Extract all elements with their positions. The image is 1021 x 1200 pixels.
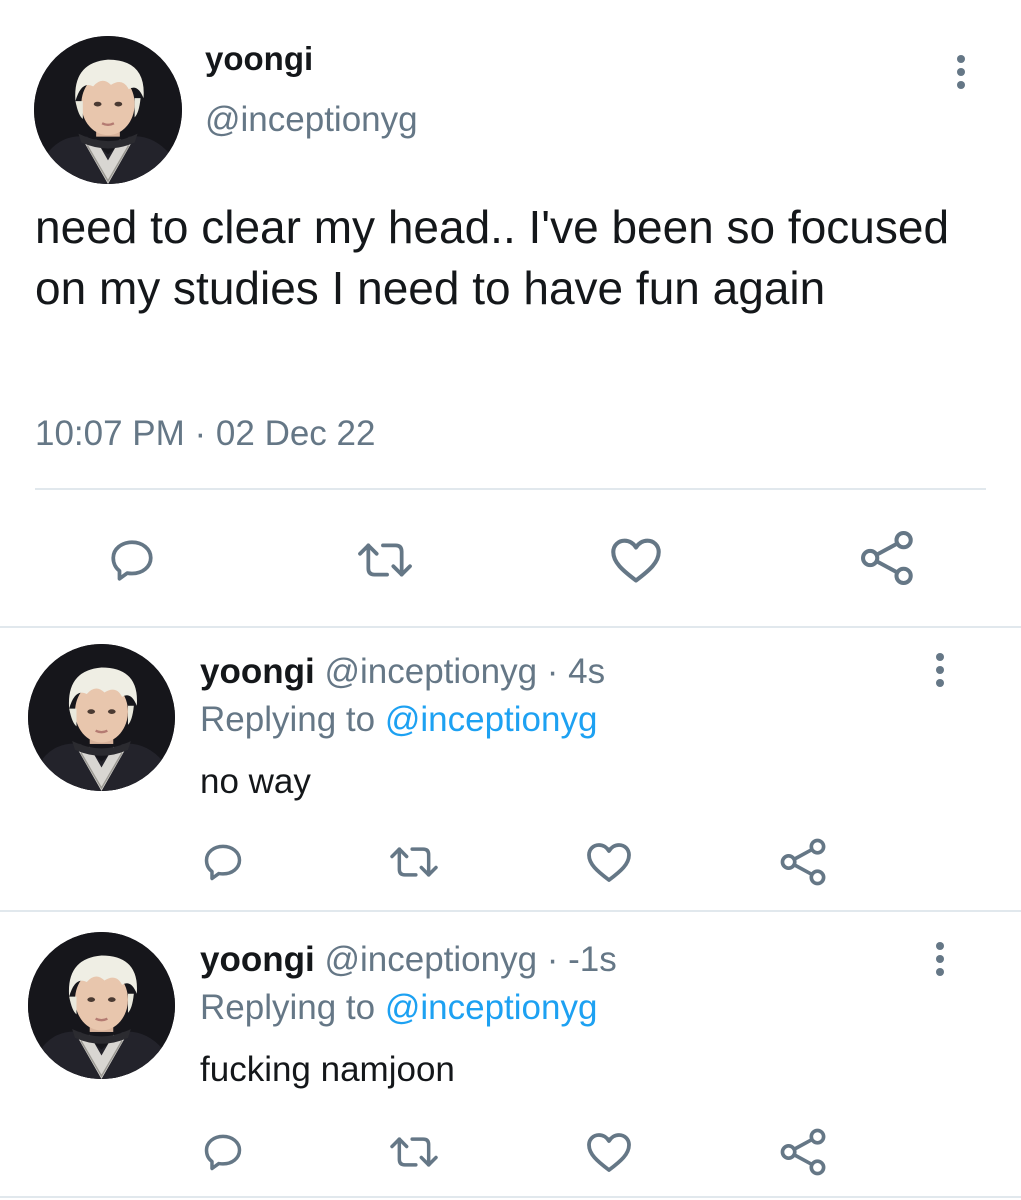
retweet-icon	[390, 847, 438, 877]
section-divider	[0, 626, 1021, 628]
divider	[35, 488, 986, 490]
reply-header: yoongi @inceptionyg · -1s	[200, 940, 617, 980]
reply-text: no way	[200, 762, 311, 801]
section-divider	[0, 910, 1021, 912]
mention-link[interactable]: @inceptionyg	[385, 988, 598, 1027]
like-icon	[587, 1133, 631, 1172]
retweet-button[interactable]	[350, 530, 420, 590]
retweet-button[interactable]	[384, 1126, 444, 1178]
author-name[interactable]: yoongi	[200, 940, 315, 979]
tweet-text: need to clear my head.. I've been so foc…	[35, 201, 950, 314]
author-handle-time[interactable]: @inceptionyg · 4s	[324, 652, 605, 691]
avatar[interactable]	[28, 932, 175, 1079]
share-button[interactable]	[854, 526, 922, 590]
reply-icon	[204, 844, 242, 881]
replying-label: Replying to	[200, 988, 376, 1027]
reply-header: yoongi @inceptionyg · 4s	[200, 652, 605, 692]
author-name[interactable]: yoongi	[200, 652, 315, 691]
avatar[interactable]	[28, 644, 175, 791]
share-icon	[780, 838, 826, 886]
reply-button[interactable]	[196, 1126, 250, 1178]
avatar[interactable]	[34, 36, 182, 184]
share-button[interactable]	[776, 834, 832, 890]
replying-to: Replying to @inceptionyg	[200, 700, 597, 740]
like-button[interactable]	[582, 1126, 636, 1178]
more-icon[interactable]	[930, 942, 950, 976]
author-name[interactable]: yoongi	[205, 40, 313, 78]
mention-link[interactable]: @inceptionyg	[385, 700, 598, 739]
reply-button[interactable]	[100, 530, 164, 590]
reply-button[interactable]	[196, 836, 250, 888]
tweet-timestamp[interactable]: 10:07 PM · 02 Dec 22	[35, 414, 375, 454]
like-icon	[587, 843, 631, 882]
reply-text: fucking namjoon	[200, 1050, 455, 1089]
avatar-image	[34, 36, 182, 184]
author-handle-time[interactable]: @inceptionyg · -1s	[324, 940, 616, 979]
avatar-image	[28, 932, 175, 1079]
retweet-button[interactable]	[384, 836, 444, 888]
replying-to: Replying to @inceptionyg	[200, 988, 597, 1028]
like-button[interactable]	[604, 530, 668, 590]
section-divider	[0, 1196, 1021, 1198]
replying-label: Replying to	[200, 700, 376, 739]
reply-icon	[204, 1134, 242, 1171]
avatar-image	[28, 644, 175, 791]
more-icon[interactable]	[930, 653, 950, 687]
share-button[interactable]	[776, 1124, 832, 1180]
share-icon	[780, 1128, 826, 1176]
like-button[interactable]	[582, 836, 636, 888]
more-icon[interactable]	[951, 55, 971, 89]
reply-icon	[111, 540, 153, 581]
retweet-icon	[390, 1137, 438, 1167]
retweet-icon	[358, 543, 412, 577]
share-icon	[861, 531, 913, 585]
like-icon	[611, 538, 661, 583]
author-handle[interactable]: @inceptionyg	[205, 100, 418, 140]
